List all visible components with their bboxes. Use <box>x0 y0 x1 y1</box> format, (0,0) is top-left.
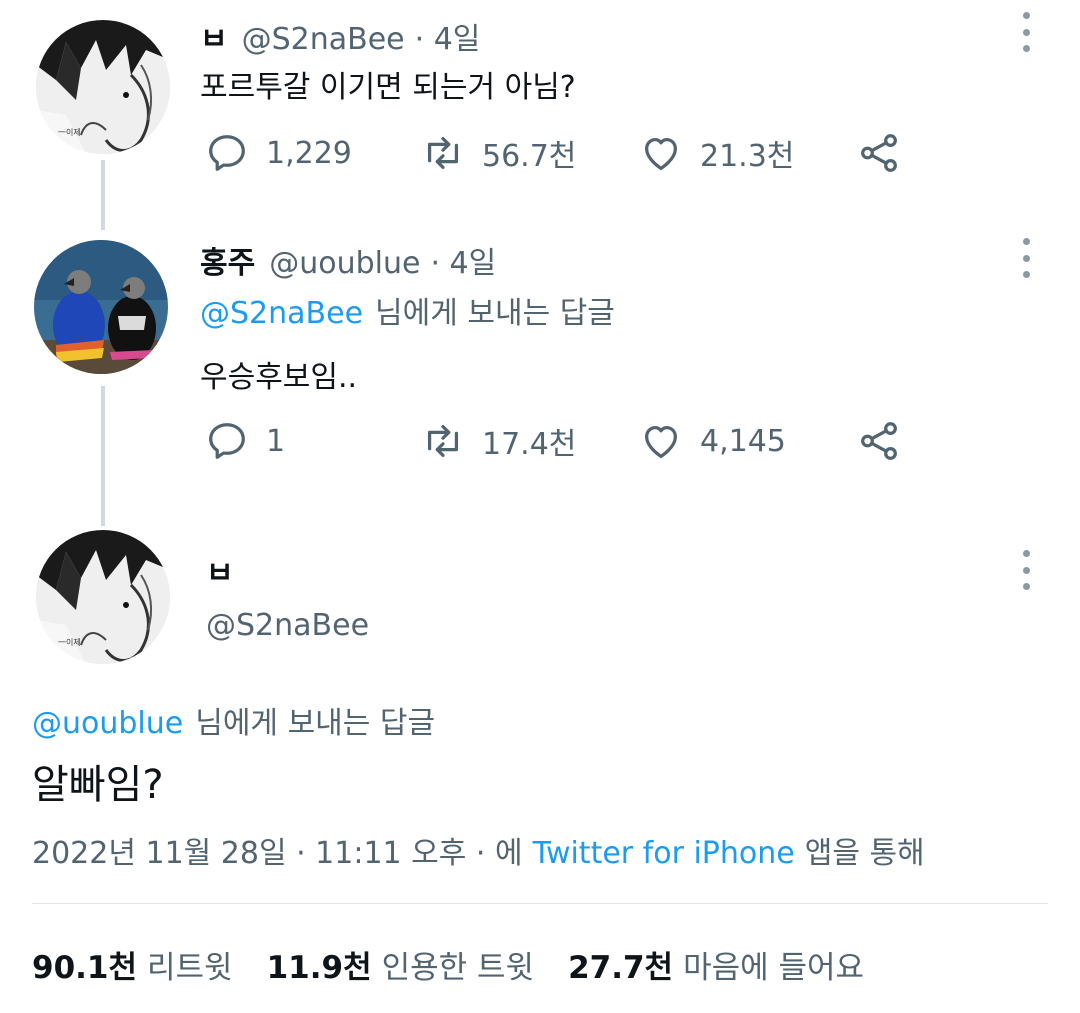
share-button[interactable] <box>856 418 902 464</box>
quotes-count[interactable]: 11.9천 <box>267 942 372 987</box>
tweet-time[interactable]: · 4일 <box>430 238 496 282</box>
more-icon[interactable] <box>1016 12 1036 52</box>
tweet-header: ㅂ @S2naBee · 4일 <box>200 14 480 58</box>
user-handle[interactable]: @uoublue <box>269 246 420 281</box>
retweet-button[interactable]: 56.7천 <box>420 130 576 176</box>
retweets-count[interactable]: 90.1천 <box>32 942 137 987</box>
reply-to-label: 님에게 보내는 답글 <box>195 706 436 741</box>
like-count: 21.3천 <box>700 139 795 174</box>
like-icon <box>644 425 678 458</box>
like-button[interactable]: 21.3천 <box>638 130 794 176</box>
tweet-timestamp[interactable]: 2022년 11월 28일 · 11:11 오후 · 에 <box>32 828 523 872</box>
avatar[interactable]: 一이제 <box>36 530 170 664</box>
share-icon <box>861 134 897 172</box>
reply-icon <box>209 423 245 459</box>
share-button[interactable] <box>856 130 902 176</box>
like-count: 4,145 <box>700 423 786 459</box>
more-icon[interactable] <box>1016 238 1036 278</box>
tweet-text: 우승후보임.. <box>200 360 358 395</box>
avatar-illustration <box>34 240 168 374</box>
divider <box>32 903 1048 904</box>
tweet-time[interactable]: · 4일 <box>415 14 481 58</box>
tweet-meta: 2022년 11월 28일 · 11:11 오후 · 에 Twitter for… <box>32 828 925 872</box>
retweet-icon <box>427 424 459 458</box>
tweet-text: 포르투갈 이기면 되는거 아님? <box>200 70 576 105</box>
avatar[interactable] <box>34 240 168 374</box>
user-handle[interactable]: @S2naBee <box>242 22 405 57</box>
display-name[interactable]: 홍주 <box>200 238 255 282</box>
avatar-illustration: 一이제 <box>36 530 170 664</box>
reply-button[interactable]: 1 <box>204 418 285 464</box>
thread-line <box>101 160 105 230</box>
retweet-icon <box>427 136 459 170</box>
tweet-source[interactable]: Twitter for iPhone <box>533 836 795 871</box>
likes-count[interactable]: 27.7천 <box>568 942 673 987</box>
thread-line <box>101 386 105 526</box>
retweet-button[interactable]: 17.4천 <box>420 418 576 464</box>
reply-button[interactable]: 1,229 <box>204 130 352 176</box>
tweet-header: 홍주 @uoublue · 4일 <box>200 238 496 282</box>
user-handle[interactable]: @S2naBee <box>206 608 369 643</box>
display-name[interactable]: ㅂ <box>206 548 234 592</box>
share-icon <box>861 422 897 460</box>
avatar[interactable]: 一이제 <box>36 20 170 154</box>
retweet-count: 56.7천 <box>482 139 577 174</box>
retweet-count: 17.4천 <box>482 427 577 462</box>
avatar-illustration: 一이제 <box>36 20 170 154</box>
tweet-text: 알빠임? <box>32 762 164 808</box>
more-icon[interactable] <box>1016 550 1036 590</box>
quotes-label[interactable]: 인용한 트윗 <box>382 942 534 987</box>
svg-text:一이제: 一이제 <box>58 637 81 647</box>
reply-count: 1,229 <box>266 135 352 171</box>
reply-count: 1 <box>266 423 286 459</box>
tweet-stats: 90.1천 리트윗 11.9천 인용한 트윗 27.7천 마음에 들어요 <box>32 942 864 987</box>
reply-icon <box>209 135 245 171</box>
reply-to-label: 님에게 보내는 답글 <box>375 296 615 331</box>
svg-text:一이제: 一이제 <box>58 127 81 137</box>
retweets-label[interactable]: 리트윗 <box>147 942 233 987</box>
tweet-source-suffix: 앱을 통해 <box>804 836 925 871</box>
reply-to-line: @S2naBee 님에게 보내는 답글 <box>200 288 615 332</box>
reply-to-handle[interactable]: @uoublue <box>32 706 183 741</box>
reply-to-line: @uoublue 님에게 보내는 답글 <box>32 698 435 742</box>
likes-label[interactable]: 마음에 들어요 <box>683 942 864 987</box>
like-button[interactable]: 4,145 <box>638 418 786 464</box>
like-icon <box>644 137 678 170</box>
display-name[interactable]: ㅂ <box>200 14 228 58</box>
reply-to-handle[interactable]: @S2naBee <box>200 296 363 331</box>
